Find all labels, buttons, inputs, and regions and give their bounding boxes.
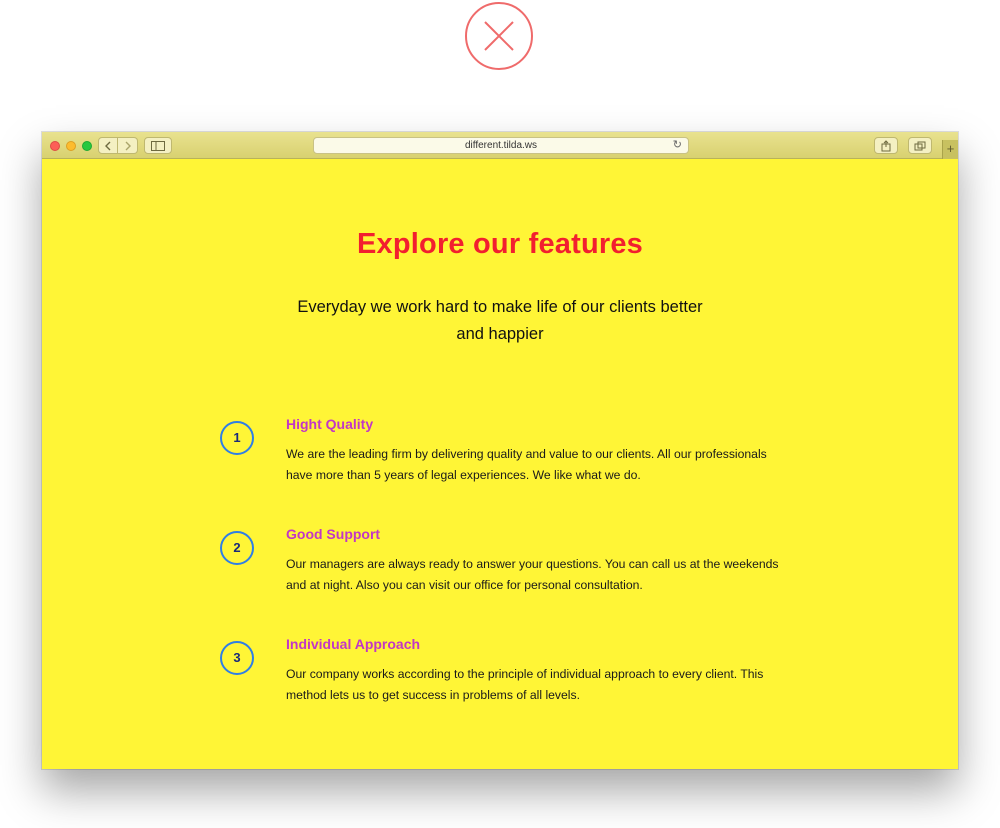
feature-item: 2 Good Support Our managers are always r…: [220, 526, 780, 616]
window-zoom-light[interactable]: [82, 141, 92, 151]
window-close-light[interactable]: [50, 141, 60, 151]
feature-item: 1 Hight Quality We are the leading firm …: [220, 416, 780, 506]
address-bar[interactable]: different.tilda.ws ↻: [313, 137, 689, 154]
feature-item: 3 Individual Approach Our company works …: [220, 636, 780, 726]
url-text: different.tilda.ws: [464, 140, 538, 151]
page-title: Explore our features: [356, 228, 644, 260]
sidebar-icon: [151, 140, 165, 151]
tabs-overview-icon: [914, 141, 926, 150]
page-subtitle: Everyday we work hard to make life of ou…: [297, 298, 703, 343]
chevron-right-icon: [125, 141, 131, 150]
feature-number-badge: 3: [220, 641, 254, 675]
back-button[interactable]: [98, 137, 118, 154]
share-button[interactable]: [874, 137, 898, 154]
history-nav: [98, 137, 138, 154]
share-icon: [881, 139, 891, 151]
tabs-overview-button[interactable]: [908, 137, 932, 154]
feature-number-badge: 1: [220, 421, 254, 455]
window-minimize-light[interactable]: [66, 141, 76, 151]
feature-title: Individual Approach: [286, 636, 421, 652]
close-button[interactable]: [465, 2, 533, 70]
forward-button[interactable]: [118, 137, 138, 154]
feature-description: Our company works according to the princ…: [286, 667, 764, 702]
reload-icon[interactable]: ↻: [673, 138, 682, 153]
chevron-left-icon: [105, 141, 111, 150]
browser-toolbar: different.tilda.ws ↻ +: [42, 132, 958, 159]
feature-title: Hight Quality: [286, 416, 374, 432]
feature-description: We are the leading firm by delivering qu…: [286, 447, 767, 482]
close-x-icon: [484, 21, 514, 51]
page-content: Explore our features Everyday we work ha…: [42, 159, 958, 769]
browser-window: different.tilda.ws ↻ + Explore our featu…: [42, 132, 958, 769]
feature-title: Good Support: [286, 526, 381, 542]
feature-description: Our managers are always ready to answer …: [286, 557, 779, 592]
feature-number-badge: 2: [220, 531, 254, 565]
sidebar-button[interactable]: [144, 137, 172, 154]
new-tab-button[interactable]: +: [942, 140, 958, 159]
